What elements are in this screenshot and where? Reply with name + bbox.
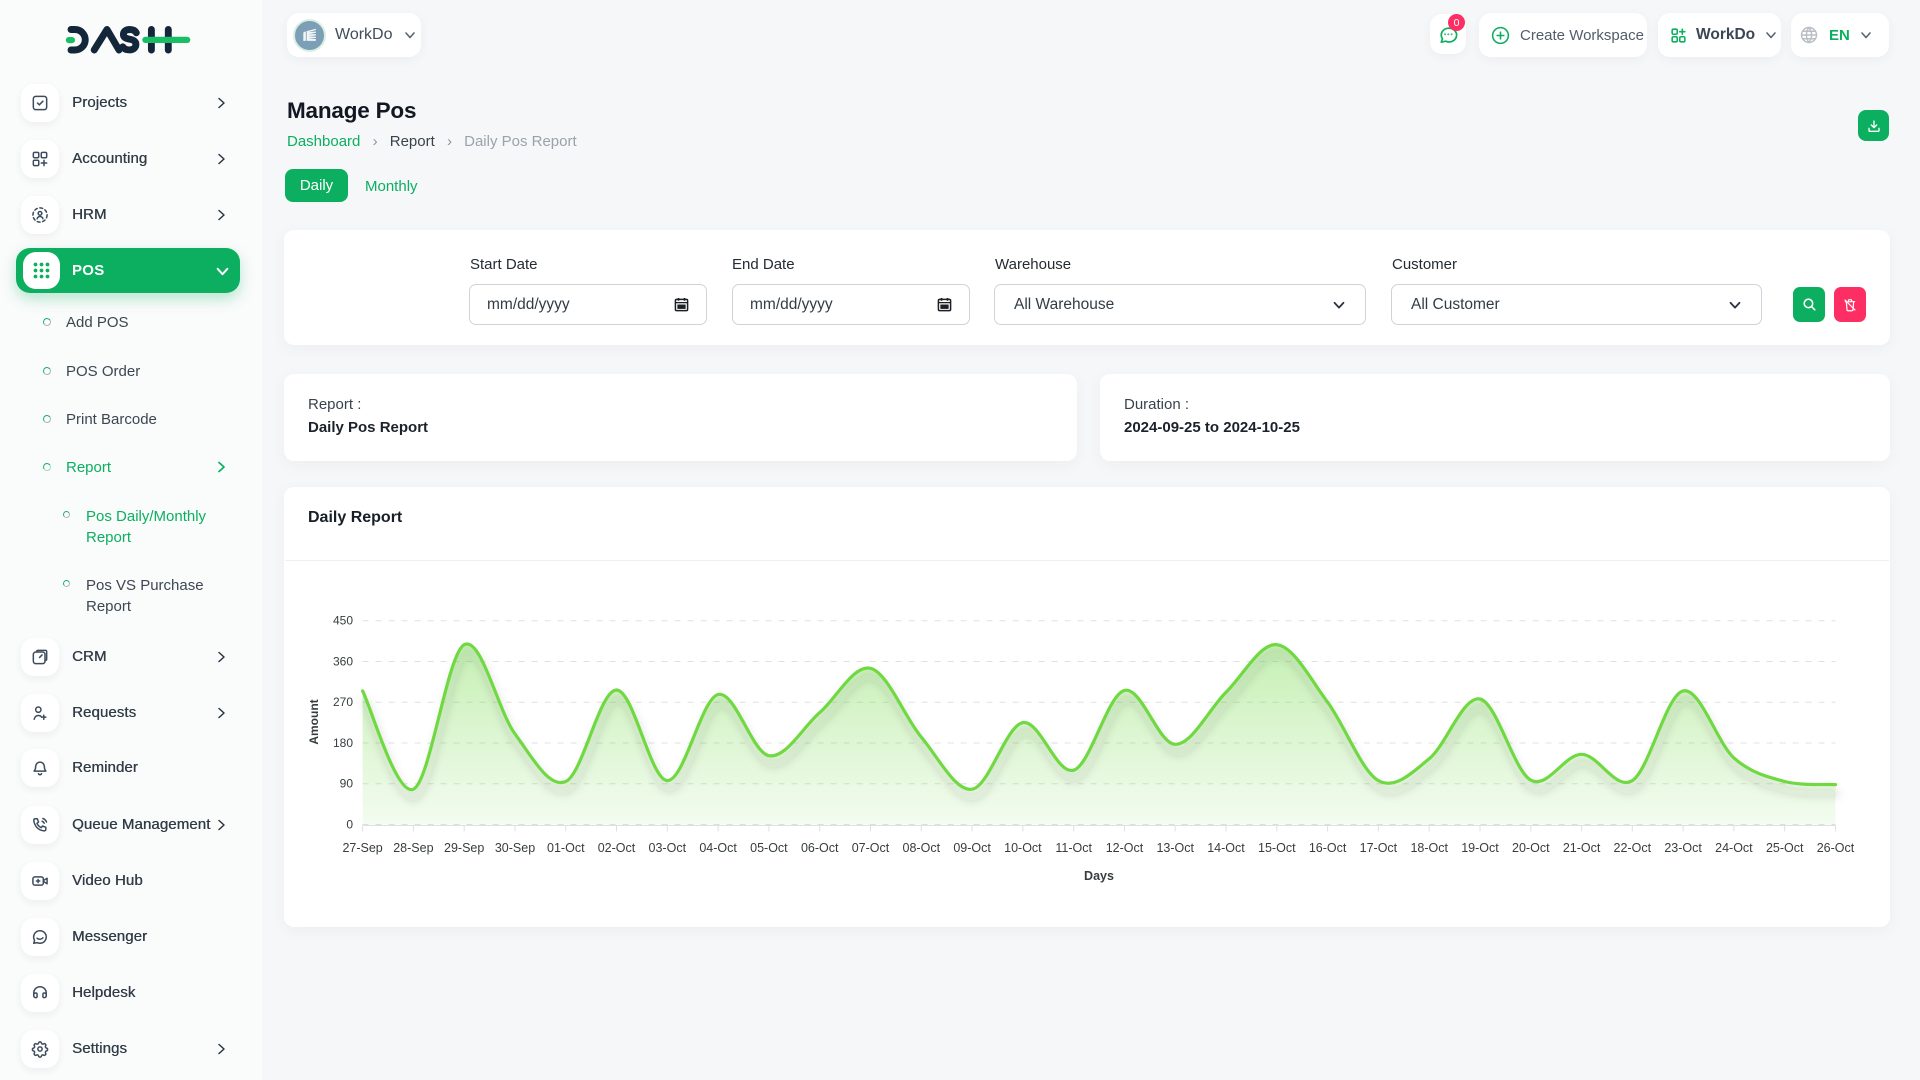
svg-text:10-Oct: 10-Oct	[1004, 841, 1042, 855]
svg-text:09-Oct: 09-Oct	[953, 841, 991, 855]
svg-text:06-Oct: 06-Oct	[801, 841, 839, 855]
svg-text:04-Oct: 04-Oct	[699, 841, 737, 855]
svg-text:26-Oct: 26-Oct	[1817, 841, 1855, 855]
svg-text:19-Oct: 19-Oct	[1461, 841, 1499, 855]
svg-text:27-Sep: 27-Sep	[342, 841, 382, 855]
svg-text:05-Oct: 05-Oct	[750, 841, 788, 855]
svg-text:360: 360	[333, 655, 353, 669]
svg-text:22-Oct: 22-Oct	[1614, 841, 1652, 855]
svg-text:14-Oct: 14-Oct	[1207, 841, 1245, 855]
svg-text:20-Oct: 20-Oct	[1512, 841, 1550, 855]
svg-text:15-Oct: 15-Oct	[1258, 841, 1296, 855]
svg-text:18-Oct: 18-Oct	[1410, 841, 1448, 855]
svg-text:08-Oct: 08-Oct	[903, 841, 941, 855]
svg-text:11-Oct: 11-Oct	[1055, 841, 1092, 855]
svg-text:180: 180	[333, 736, 353, 750]
svg-text:13-Oct: 13-Oct	[1156, 841, 1194, 855]
svg-text:12-Oct: 12-Oct	[1106, 841, 1144, 855]
svg-text:24-Oct: 24-Oct	[1715, 841, 1753, 855]
svg-text:Amount: Amount	[307, 699, 321, 744]
svg-text:270: 270	[333, 695, 353, 709]
svg-text:03-Oct: 03-Oct	[649, 841, 687, 855]
svg-text:0: 0	[346, 818, 353, 832]
svg-text:02-Oct: 02-Oct	[598, 841, 636, 855]
svg-text:90: 90	[340, 777, 354, 791]
svg-text:28-Sep: 28-Sep	[393, 841, 433, 855]
svg-text:29-Sep: 29-Sep	[444, 841, 484, 855]
svg-text:07-Oct: 07-Oct	[852, 841, 890, 855]
svg-text:30-Sep: 30-Sep	[495, 841, 535, 855]
svg-text:16-Oct: 16-Oct	[1309, 841, 1347, 855]
svg-text:450: 450	[333, 614, 353, 628]
svg-text:23-Oct: 23-Oct	[1664, 841, 1702, 855]
svg-text:25-Oct: 25-Oct	[1766, 841, 1804, 855]
svg-text:21-Oct: 21-Oct	[1563, 841, 1601, 855]
svg-text:17-Oct: 17-Oct	[1360, 841, 1398, 855]
svg-text:Days: Days	[1084, 869, 1114, 883]
svg-text:01-Oct: 01-Oct	[547, 841, 585, 855]
